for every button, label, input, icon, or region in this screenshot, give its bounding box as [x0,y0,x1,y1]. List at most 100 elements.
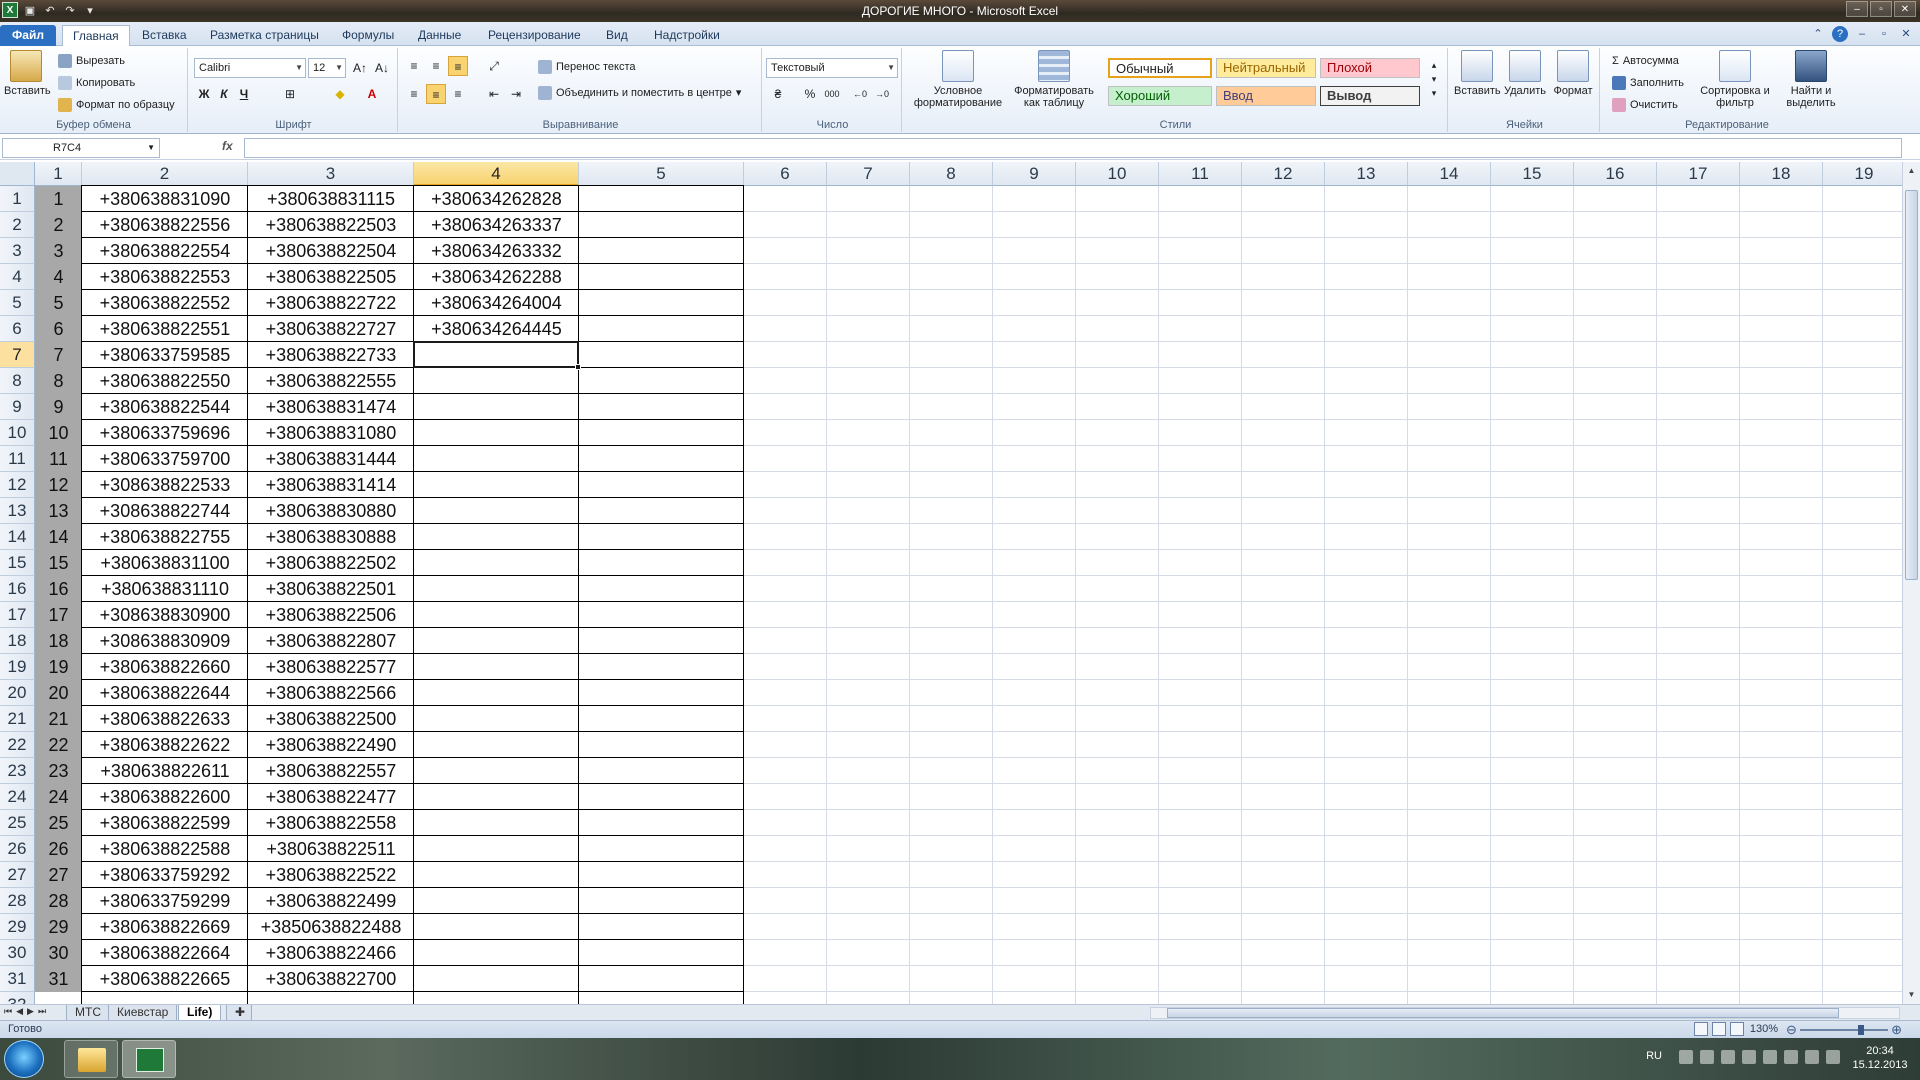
row-header[interactable]: 28 [0,888,35,914]
phone-cell[interactable]: +380638831100 [82,550,248,576]
help-icon[interactable]: ? [1832,26,1848,42]
horizontal-scroll-thumb[interactable] [1167,1008,1839,1018]
align-left-icon[interactable]: ≡ [404,84,424,104]
paste-button[interactable]: Вставить [4,50,51,97]
phone-cell[interactable]: +380638831474 [248,394,414,420]
phone-cell[interactable] [414,524,579,550]
column-header[interactable]: 19 [1823,162,1906,186]
phone-cell[interactable]: +380638822611 [82,758,248,784]
row-header[interactable]: 22 [0,732,35,758]
row-index-cell[interactable]: 11 [35,446,82,472]
phone-cell[interactable] [414,628,579,654]
flag-tray-icon[interactable] [1805,1050,1819,1064]
phone-cell[interactable]: +380638831090 [82,186,248,212]
fill-color-icon[interactable]: ◆ [330,84,350,104]
phone-cell[interactable]: +380638822555 [248,368,414,394]
sort-filter-button[interactable]: Сортировка и фильтр [1698,50,1772,109]
row-header[interactable]: 25 [0,810,35,836]
row-header[interactable]: 16 [0,576,35,602]
phone-cell[interactable] [414,576,579,602]
clear-button[interactable]: Очистить [1612,96,1678,114]
row-header[interactable]: 23 [0,758,35,784]
row-index-cell[interactable]: 5 [35,290,82,316]
shrink-font-button[interactable]: A↓ [372,58,392,78]
row-header[interactable]: 30 [0,940,35,966]
column-header[interactable]: 14 [1408,162,1491,186]
row-index-cell[interactable]: 2 [35,212,82,238]
phone-cell[interactable] [414,550,579,576]
phone-cell[interactable]: +380638822755 [82,524,248,550]
security-tray-icon[interactable] [1700,1050,1714,1064]
font-name-combo[interactable]: Calibri ▼ [194,58,306,78]
row-index-cell[interactable]: 12 [35,472,82,498]
column-header[interactable]: 7 [827,162,910,186]
last-sheet-icon[interactable]: ⏭ [38,1006,46,1017]
page-break-view-icon[interactable] [1730,1022,1744,1036]
increase-decimal-icon[interactable]: ←0 [850,84,870,104]
column-header[interactable]: 11 [1159,162,1242,186]
format-cells-button[interactable]: Формат [1550,50,1596,97]
row-header[interactable]: 21 [0,706,35,732]
style-normal[interactable]: Обычный [1108,58,1212,78]
row-index-cell[interactable]: 24 [35,784,82,810]
column-header[interactable]: 12 [1242,162,1325,186]
phone-cell[interactable]: +380638822664 [82,940,248,966]
minimize-ribbon-icon[interactable]: ⌃ [1810,26,1826,42]
phone-cell[interactable]: +380638822501 [248,576,414,602]
network-tray-icon[interactable] [1679,1050,1693,1064]
row-index-cell[interactable]: 25 [35,810,82,836]
phone-cell[interactable]: +380638822553 [82,264,248,290]
phone-cell[interactable]: +380638822502 [248,550,414,576]
row-index-cell[interactable]: 3 [35,238,82,264]
row-index-cell[interactable]: 18 [35,628,82,654]
phone-cell[interactable]: +380638822660 [82,654,248,680]
phone-cell[interactable]: +380638822557 [248,758,414,784]
zoom-knob[interactable] [1858,1025,1864,1035]
row-index-cell[interactable]: 14 [35,524,82,550]
phone-cell[interactable]: +380638822499 [248,888,414,914]
row-header[interactable]: 1 [0,186,35,212]
name-box[interactable]: R7C4 ▼ [2,138,160,158]
phone-cell[interactable]: +308638822744 [82,498,248,524]
phone-cell[interactable]: +380638831110 [82,576,248,602]
phone-cell[interactable]: +380638830880 [248,498,414,524]
prev-sheet-icon[interactable]: ◀ [16,1006,23,1017]
align-bottom-icon[interactable]: ≡ [448,56,468,76]
phone-cell[interactable]: +380638822558 [248,810,414,836]
zoom-level[interactable]: 130% [1750,1023,1778,1035]
phone-cell[interactable]: +308638822533 [82,472,248,498]
phone-cell[interactable]: +380634263337 [414,212,579,238]
next-sheet-icon[interactable]: ▶ [27,1006,34,1017]
row-index-cell[interactable]: 23 [35,758,82,784]
style-neutral[interactable]: Нейтральный [1216,58,1316,78]
phone-cell[interactable]: +308638830909 [82,628,248,654]
cut-button[interactable]: Вырезать [58,52,125,70]
phone-cell[interactable]: +380638822544 [82,394,248,420]
row-header[interactable]: 4 [0,264,35,290]
column-header[interactable]: 5 [579,162,744,186]
row-header[interactable]: 10 [0,420,35,446]
column-header[interactable]: 2 [82,162,248,186]
doc-close-icon[interactable]: ✕ [1898,26,1914,42]
phone-cell[interactable]: +380638822556 [82,212,248,238]
phone-cell[interactable]: +380638831414 [248,472,414,498]
style-output[interactable]: Вывод [1320,86,1420,106]
page-layout-view-icon[interactable] [1712,1022,1726,1036]
currency-icon[interactable]: ₴ [768,84,788,104]
zoom-in-icon[interactable]: ⊕ [1891,1022,1902,1038]
phone-cell[interactable]: +380638822522 [248,862,414,888]
formula-input[interactable] [244,138,1902,158]
doc-minimize-icon[interactable]: – [1854,26,1870,42]
styles-more-icon[interactable]: ▴ ▾ ▾ [1424,58,1444,106]
column-header[interactable]: 15 [1491,162,1574,186]
phone-cell[interactable]: +380634262828 [414,186,579,212]
vertical-scrollbar[interactable]: ▲ ▼ [1902,162,1920,1004]
row-index-cell[interactable]: 27 [35,862,82,888]
sheet-tab-kyivstar[interactable]: Киевстар [108,1005,178,1021]
row-header[interactable]: 3 [0,238,35,264]
phone-cell[interactable]: +380638822551 [82,316,248,342]
style-good[interactable]: Хороший [1108,86,1212,106]
power-tray-icon[interactable] [1826,1050,1840,1064]
sheet-tab-mts[interactable]: МТС [66,1005,110,1021]
column-header[interactable]: 13 [1325,162,1408,186]
